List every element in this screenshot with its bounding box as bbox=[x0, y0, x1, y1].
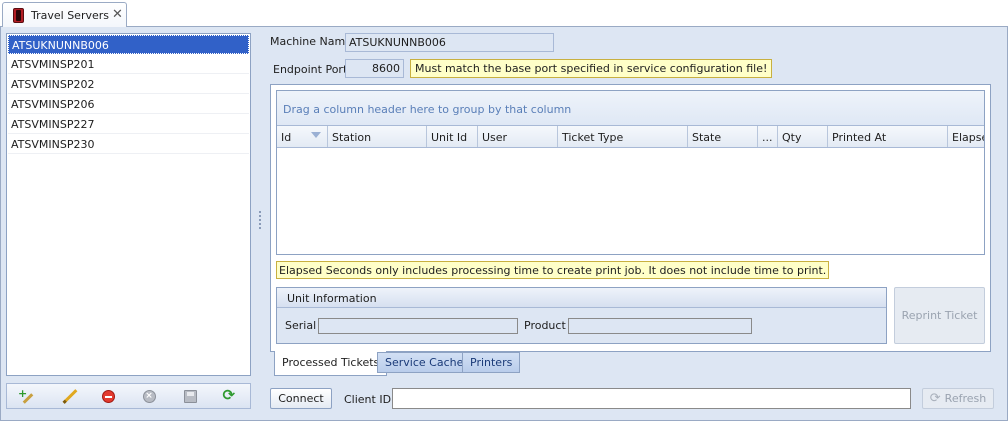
server-list-item[interactable]: ATSVMINSP206 bbox=[8, 95, 249, 114]
add-server-icon bbox=[18, 387, 34, 403]
serial-label: Serial bbox=[285, 319, 317, 332]
server-list-item[interactable]: ATSVMINSP227 bbox=[8, 115, 249, 134]
column-header-more[interactable]: ... bbox=[758, 126, 778, 147]
column-header-printed-at[interactable]: Printed At bbox=[828, 126, 948, 147]
group-by-panel[interactable]: Drag a column header here to group by th… bbox=[277, 91, 984, 126]
splitter-grip bbox=[259, 211, 261, 231]
edit-icon bbox=[61, 389, 75, 403]
column-header-ticket-type[interactable]: Ticket Type bbox=[558, 126, 688, 147]
tickets-grid[interactable]: Drag a column header here to group by th… bbox=[276, 90, 985, 255]
delete-server-button[interactable] bbox=[98, 387, 118, 405]
tab-travel-servers[interactable]: Travel Servers ✕ bbox=[2, 2, 127, 28]
endpoint-port-field[interactable]: 8600 bbox=[345, 59, 404, 78]
column-header-station[interactable]: Station bbox=[328, 126, 427, 147]
cancel-icon: × bbox=[142, 389, 156, 403]
unit-information-panel: Unit Information Serial Product bbox=[276, 287, 887, 344]
cancel-button[interactable]: × bbox=[139, 387, 159, 405]
serial-field[interactable] bbox=[318, 318, 518, 334]
save-icon bbox=[183, 389, 197, 403]
column-header-unit-id[interactable]: Unit Id bbox=[427, 126, 478, 147]
tab-service-cache[interactable]: Service Cache bbox=[377, 352, 472, 373]
column-header-user[interactable]: User bbox=[478, 126, 558, 147]
close-icon[interactable]: ✕ bbox=[112, 7, 123, 22]
tab-title: Travel Servers bbox=[31, 9, 109, 22]
unit-information-title: Unit Information bbox=[287, 292, 377, 305]
column-header-elapsed[interactable]: Elapsed bbox=[948, 126, 984, 147]
reload-button[interactable] bbox=[220, 386, 240, 405]
refresh-icon: ⟳ bbox=[929, 391, 941, 406]
elapsed-note: Elapsed Seconds only includes processing… bbox=[276, 261, 830, 279]
edit-server-button[interactable] bbox=[58, 387, 78, 405]
product-field[interactable] bbox=[568, 318, 752, 334]
server-toolbar: × bbox=[6, 383, 251, 409]
machine-name-label: Machine Name bbox=[270, 35, 352, 48]
reprint-ticket-button[interactable]: Reprint Ticket bbox=[894, 287, 985, 344]
endpoint-port-label: Endpoint Port bbox=[273, 63, 348, 76]
server-list[interactable]: ATSUKNUNNB006 ATSVMINSP201 ATSVMINSP202 … bbox=[6, 33, 251, 376]
refresh-icon bbox=[223, 386, 238, 404]
splitter[interactable] bbox=[257, 33, 263, 413]
grid-header: Id Station Unit Id User Ticket Type Stat… bbox=[277, 126, 984, 148]
column-label: Id bbox=[281, 131, 292, 144]
unit-information-header: Unit Information bbox=[277, 288, 886, 308]
refresh-button[interactable]: ⟳ Refresh bbox=[922, 388, 994, 409]
column-header-qty[interactable]: Qty bbox=[778, 126, 828, 147]
product-label: Product bbox=[524, 319, 566, 332]
save-button[interactable] bbox=[180, 387, 200, 405]
travel-server-icon bbox=[13, 8, 24, 23]
tab-processed-tickets[interactable]: Processed Tickets bbox=[274, 351, 388, 376]
connect-button[interactable]: Connect bbox=[270, 388, 332, 409]
add-server-button[interactable] bbox=[17, 387, 37, 405]
refresh-label: Refresh bbox=[944, 392, 987, 405]
server-list-item[interactable]: ATSVMINSP201 bbox=[8, 55, 249, 74]
column-header-state[interactable]: State bbox=[688, 126, 758, 147]
client-id-input[interactable] bbox=[392, 388, 911, 409]
document-tab-strip bbox=[0, 0, 1008, 27]
server-list-item[interactable]: ATSVMINSP202 bbox=[8, 75, 249, 94]
machine-name-field[interactable]: ATSUKNUNNB006 bbox=[345, 33, 554, 52]
sort-arrow-icon bbox=[311, 132, 321, 138]
column-header-id[interactable]: Id bbox=[277, 126, 328, 147]
tab-printers[interactable]: Printers bbox=[462, 352, 521, 373]
group-hint: Drag a column header here to group by th… bbox=[283, 103, 572, 116]
port-note: Must match the base port specified in se… bbox=[410, 59, 773, 78]
server-list-item[interactable]: ATSVMINSP230 bbox=[8, 135, 249, 154]
client-id-label: Client ID bbox=[344, 393, 392, 406]
delete-icon bbox=[101, 389, 115, 403]
server-list-item[interactable]: ATSUKNUNNB006 bbox=[8, 35, 249, 54]
